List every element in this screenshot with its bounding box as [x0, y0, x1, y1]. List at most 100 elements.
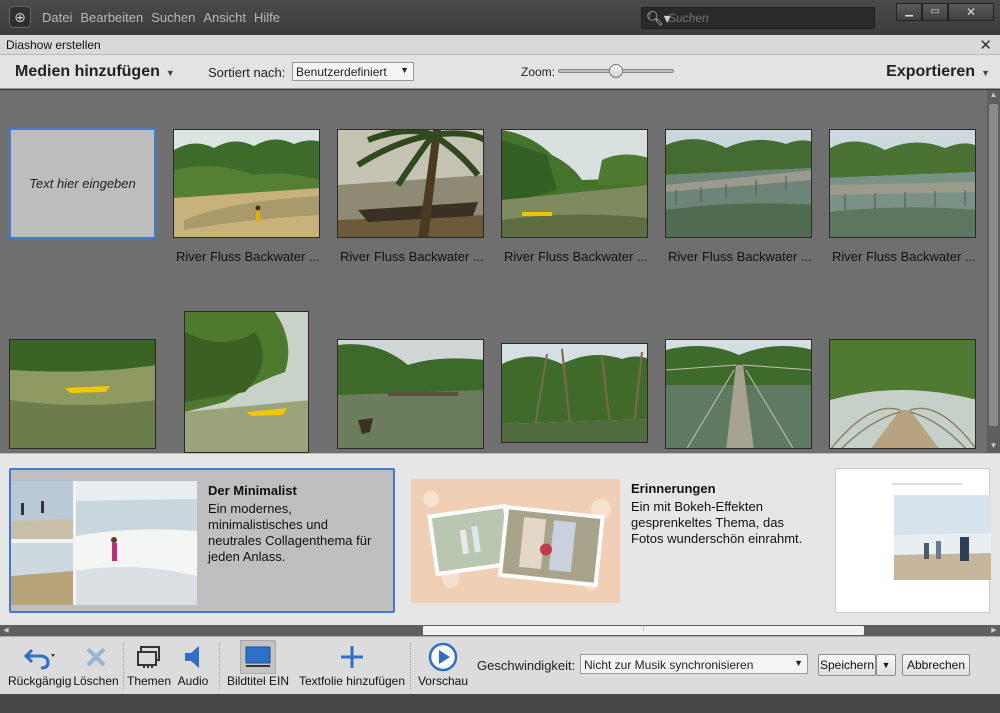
scroll-left-icon[interactable]: ◀	[0, 625, 12, 636]
scrollbar-thumb[interactable]	[989, 104, 998, 426]
river-bridge-photo	[338, 340, 483, 448]
themes-scrollbar[interactable]: ◀ ⦙ ▶	[0, 625, 1000, 636]
delete-x-icon	[86, 647, 106, 667]
status-bar	[0, 694, 1000, 713]
chevron-down-icon: ▼	[400, 65, 409, 75]
undo-button[interactable]: Rückgängig	[8, 641, 72, 688]
boat-reflection-photo	[10, 340, 155, 448]
captions-toggle-button[interactable]: Bildtitel EIN	[224, 640, 292, 688]
theme-name: Der Minimalist	[208, 483, 297, 498]
theme-preview-erinnerungen	[411, 479, 620, 603]
slideshow-toolbar: Medien hinzufügen ▼ Sortiert nach: Benutz…	[0, 55, 1000, 89]
scroll-right-icon[interactable]: ▶	[988, 625, 1000, 636]
media-thumbnail[interactable]	[829, 129, 976, 238]
theme-card-minimalist[interactable]: Der Minimalist Ein modernes, minimalisti…	[9, 468, 395, 613]
media-thumbnail[interactable]	[665, 129, 812, 238]
play-icon	[428, 642, 458, 672]
media-thumbnail[interactable]	[173, 129, 320, 238]
chevron-down-icon: ▼	[165, 68, 175, 78]
captions-label: Bildtitel EIN	[226, 674, 290, 688]
media-thumbnail[interactable]	[184, 311, 309, 453]
audio-label: Audio	[177, 674, 209, 688]
bridge-photo	[830, 130, 975, 237]
preview-button[interactable]: Vorschau	[416, 641, 470, 688]
save-options-chevron-icon[interactable]: ▼	[876, 654, 896, 676]
river-photo	[174, 130, 319, 237]
add-text-slide-button[interactable]: Textfolie hinzufügen	[298, 641, 406, 688]
media-grid: Text hier eingeben River Fluss Backwater…	[0, 90, 987, 453]
media-thumbnail[interactable]	[337, 129, 484, 238]
menu-ansicht[interactable]: Ansicht	[203, 10, 246, 25]
bottom-toolbar: Rückgängig Löschen Themen Audio Bildtite…	[0, 636, 1000, 694]
sort-value: Benutzerdefiniert	[296, 65, 387, 79]
media-thumbnail[interactable]	[829, 339, 976, 449]
bridge-photo	[666, 130, 811, 237]
delete-label: Löschen	[73, 674, 119, 688]
scrollbar-thumb[interactable]: ⦙	[423, 626, 864, 635]
cancel-button[interactable]: Abbrechen	[902, 654, 970, 676]
media-thumbnail[interactable]	[501, 343, 648, 443]
sort-label: Sortiert nach:	[208, 65, 286, 80]
speed-label: Geschwindigkeit:	[477, 658, 576, 673]
delete-button[interactable]: Löschen	[72, 641, 120, 688]
media-thumbnail[interactable]	[9, 339, 156, 449]
dialog-title-bar: Diashow erstellen ✕	[0, 35, 1000, 55]
chevron-down-icon: ▼	[981, 68, 990, 78]
minimize-button[interactable]: ▁	[896, 3, 922, 21]
menu-bar: ⊕ Datei Bearbeiten Suchen Ansicht Hilfe …	[0, 0, 1000, 35]
maximize-button[interactable]: ▭	[922, 3, 948, 21]
text-slide-tile[interactable]: Text hier eingeben	[9, 128, 156, 239]
dialog-title: Diashow erstellen	[6, 38, 101, 52]
themes-panel: Der Minimalist Ein modernes, minimalisti…	[0, 453, 1000, 625]
export-label: Exportieren	[886, 63, 976, 80]
menu-suchen[interactable]: Suchen	[151, 10, 195, 25]
sort-select[interactable]: Benutzerdefiniert ▼	[292, 62, 414, 81]
captions-icon	[245, 646, 271, 667]
add-media-label: Medien hinzufügen	[15, 63, 160, 80]
palm-grove-photo	[502, 344, 647, 442]
separator	[219, 643, 220, 689]
themes-label: Themen	[126, 674, 172, 688]
export-button[interactable]: Exportieren ▼	[886, 63, 990, 81]
zoom-slider-thumb[interactable]	[609, 64, 623, 78]
speed-select[interactable]: Nicht zur Musik synchronisieren ▼	[580, 654, 808, 674]
theme-name: Erinnerungen	[631, 481, 716, 496]
themes-button[interactable]: Themen	[126, 641, 172, 688]
menu-items: Datei Bearbeiten Suchen Ansicht Hilfe	[42, 10, 280, 25]
menu-datei[interactable]: Datei	[42, 10, 72, 25]
media-caption: River Fluss Backwater ...	[832, 249, 976, 264]
audio-button[interactable]: Audio	[174, 641, 212, 688]
theme-preview-beach	[894, 495, 991, 580]
media-caption: River Fluss Backwater ...	[340, 249, 484, 264]
theme-preview-heading-line	[892, 483, 962, 485]
media-caption: River Fluss Backwater ...	[504, 249, 648, 264]
search-box[interactable]: 🔍︎▾	[641, 7, 875, 29]
suspension-bridge-photo	[666, 340, 811, 448]
undo-label: Rückgängig	[8, 674, 72, 688]
theme-preview-minimalist	[11, 481, 197, 605]
search-input[interactable]	[668, 10, 868, 26]
preview-label: Vorschau	[417, 674, 469, 688]
grid-scrollbar[interactable]: ▲ ▼	[987, 90, 1000, 453]
media-thumbnail[interactable]	[665, 339, 812, 449]
themes-icon	[137, 646, 160, 668]
separator	[410, 643, 411, 689]
menu-hilfe[interactable]: Hilfe	[254, 10, 280, 25]
scroll-down-icon[interactable]: ▼	[987, 441, 1000, 453]
scroll-up-icon[interactable]: ▲	[987, 90, 1000, 102]
zoom-slider[interactable]	[558, 64, 674, 78]
palm-canoe-photo	[338, 130, 483, 237]
text-slide-placeholder: Text hier eingeben	[29, 176, 136, 191]
media-thumbnail[interactable]	[501, 129, 648, 238]
add-media-button[interactable]: Medien hinzufügen ▼	[15, 63, 175, 81]
separator	[123, 643, 124, 689]
media-thumbnail[interactable]	[337, 339, 484, 449]
window-close-button[interactable]: ✕	[948, 3, 994, 21]
dialog-close-icon[interactable]: ✕	[979, 36, 992, 54]
zoom-label: Zoom:	[521, 65, 556, 79]
plus-icon	[341, 646, 363, 668]
theme-card-erinnerungen[interactable]: Erinnerungen Ein mit Bokeh-Effekten gesp…	[410, 468, 802, 613]
save-button[interactable]: Speichern	[818, 654, 876, 676]
menu-bearbeiten[interactable]: Bearbeiten	[80, 10, 143, 25]
theme-card-partial[interactable]	[835, 468, 991, 613]
